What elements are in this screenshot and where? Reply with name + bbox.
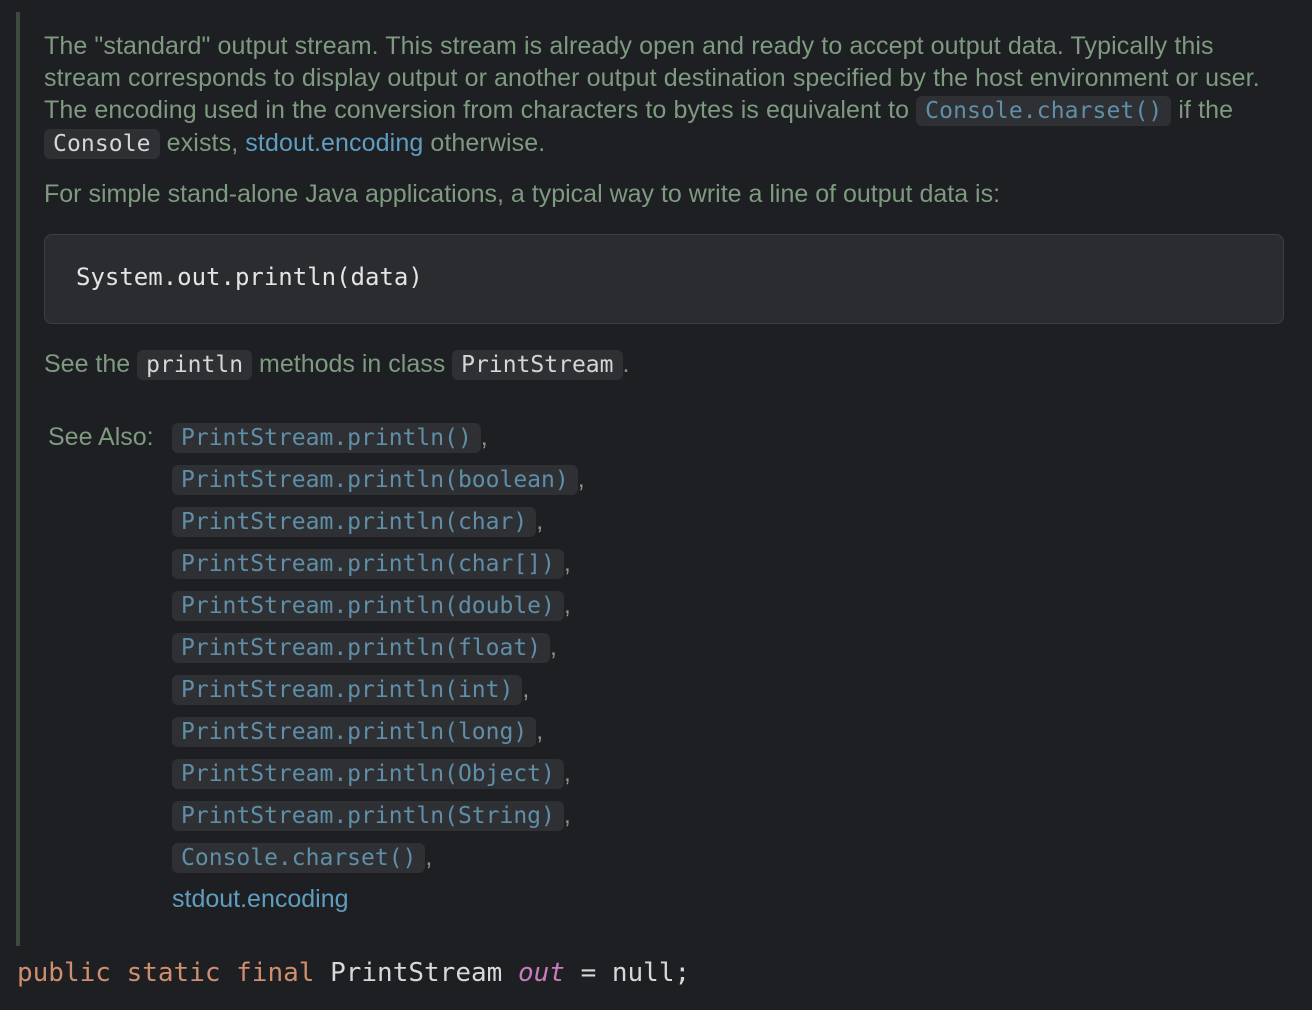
see-also-item: PrintStream.println(String),	[172, 799, 585, 841]
separator: ,	[522, 675, 530, 703]
field-signature: public static final PrintStream out = nu…	[17, 958, 690, 988]
see-also-item: PrintStream.println(boolean),	[172, 463, 585, 505]
separator: ,	[536, 717, 544, 745]
see-also-item: PrintStream.println(char[]),	[172, 547, 585, 589]
description-paragraph: The "standard" output stream. This strea…	[44, 30, 1290, 160]
field-value: null;	[611, 958, 691, 988]
stdout-encoding-link[interactable]: stdout.encoding	[245, 129, 423, 157]
field-name: out	[517, 958, 565, 988]
usage-paragraph: For simple stand-alone Java applications…	[44, 180, 1001, 208]
separator: ,	[563, 801, 571, 829]
otherwise-text: otherwise.	[423, 129, 546, 157]
separator: ,	[536, 507, 544, 535]
separator: ,	[577, 465, 585, 493]
see-also-item: stdout.encoding	[172, 883, 585, 925]
println-code: println	[137, 350, 253, 380]
see-also-link[interactable]: PrintStream.println(String)	[172, 801, 564, 831]
see-also-item: PrintStream.println(float),	[172, 631, 585, 673]
separator: ,	[480, 423, 488, 451]
see-also-item: PrintStream.println(),	[172, 421, 585, 463]
javadoc-panel: The "standard" output stream. This strea…	[16, 12, 1296, 946]
separator: ,	[563, 759, 571, 787]
assign-operator: =	[580, 958, 597, 988]
keyword-final: final	[236, 958, 315, 988]
see-also-link[interactable]: PrintStream.println(boolean)	[172, 465, 578, 495]
see-also-item: PrintStream.println(int),	[172, 673, 585, 715]
see-also-link[interactable]: PrintStream.println(float)	[172, 633, 551, 663]
methods-in-class-text: methods in class	[252, 350, 453, 378]
see-also-list: PrintStream.println(), PrintStream.print…	[172, 421, 585, 925]
see-also-link[interactable]: PrintStream.println(long)	[172, 717, 537, 747]
period-text: .	[622, 350, 630, 378]
separator: ,	[563, 549, 571, 577]
stdout-encoding-see-also-link[interactable]: stdout.encoding	[172, 885, 349, 913]
keyword-public: public	[17, 958, 111, 988]
separator: ,	[563, 591, 571, 619]
type-name: PrintStream	[330, 958, 503, 988]
see-also-item: PrintStream.println(char),	[172, 505, 585, 547]
see-also-link[interactable]: PrintStream.println(char[])	[172, 549, 564, 579]
see-also-label: See Also:	[48, 423, 154, 451]
see-also-item: PrintStream.println(long),	[172, 715, 585, 757]
see-also-item: Console.charset(),	[172, 841, 585, 883]
console-code: Console	[44, 129, 160, 159]
if-the-text: if the	[1171, 96, 1234, 124]
separator: ,	[550, 633, 557, 661]
see-also-link[interactable]: PrintStream.println()	[172, 423, 481, 453]
see-the-text: See the	[44, 350, 138, 378]
see-also-link[interactable]: PrintStream.println(int)	[172, 675, 523, 705]
see-also-item: PrintStream.println(double),	[172, 589, 585, 631]
see-also-link[interactable]: PrintStream.println(double)	[172, 591, 564, 621]
separator: ,	[425, 843, 433, 871]
console-charset-link[interactable]: Console.charset()	[916, 96, 1172, 126]
see-also-link[interactable]: PrintStream.println(char)	[172, 507, 537, 537]
keyword-static: static	[126, 958, 221, 988]
see-println-paragraph: See the println methods in class PrintSt…	[44, 346, 1290, 383]
see-also-item: PrintStream.println(Object),	[172, 757, 585, 799]
exists-text: exists,	[159, 129, 246, 157]
see-also-section: See Also: PrintStream.println(), PrintSt…	[44, 421, 1290, 921]
code-example: System.out.println(data)	[44, 234, 1284, 324]
see-also-link[interactable]: Console.charset()	[172, 843, 426, 873]
printstream-code: PrintStream	[452, 350, 623, 380]
see-also-link[interactable]: PrintStream.println(Object)	[172, 759, 564, 789]
